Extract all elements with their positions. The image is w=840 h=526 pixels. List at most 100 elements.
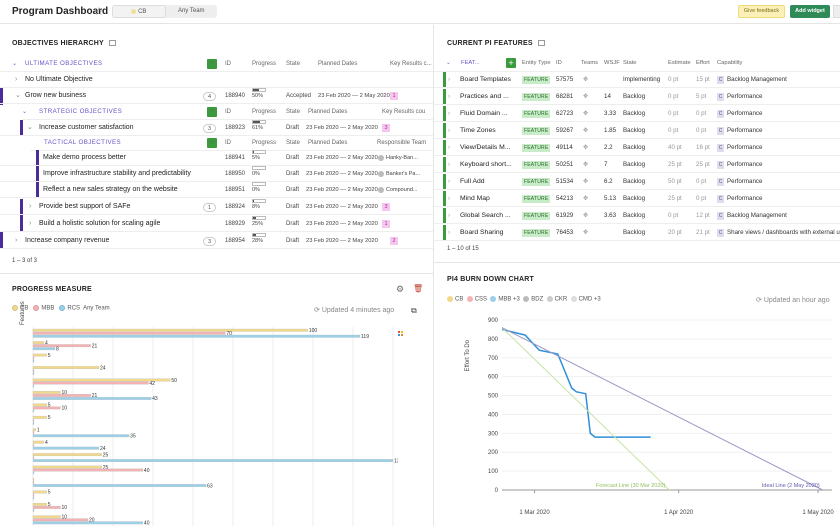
bar — [32, 508, 35, 512]
give-feedback-button[interactable]: Give feedback — [738, 5, 785, 18]
chevron-down-icon[interactable]: ⌄ — [12, 56, 18, 72]
ideal-annotation: Ideal Line (2 May 2020) — [762, 483, 820, 489]
bar — [32, 381, 149, 385]
chevron-right-icon[interactable]: › — [448, 190, 450, 207]
capability-badge: C — [717, 76, 724, 84]
bar — [32, 468, 144, 472]
objective-row[interactable]: Make demo process better 188941 5% Draft… — [0, 150, 433, 166]
add-strategic-button[interactable]: + — [207, 107, 217, 117]
colorful-logo-icon — [398, 331, 404, 337]
feature-color-marker — [443, 191, 446, 206]
chevron-right-icon[interactable]: › — [15, 72, 17, 88]
entity-type-tag: FEATURE — [522, 229, 551, 237]
chevron-right-icon[interactable]: › — [448, 224, 450, 241]
col-progress: Progress — [252, 61, 277, 67]
add-tactical-button[interactable]: + — [207, 138, 217, 148]
filter-toggle[interactable]: CB Any Team — [112, 5, 217, 18]
objective-row[interactable]: › Increase company revenue 3 188954 28% … — [0, 233, 433, 249]
chevron-right-icon[interactable]: › — [448, 139, 450, 156]
bar — [32, 418, 35, 422]
entity-type-tag: FEATURE — [522, 178, 551, 186]
bar — [32, 353, 47, 357]
copy-icon[interactable] — [537, 40, 545, 47]
delete-icon[interactable]: 🗑 — [413, 284, 423, 293]
feature-row[interactable]: › Practices and ... FEATURE 68281 ✥ 14 Backlog… — [434, 88, 840, 105]
filter-cb[interactable]: CB — [112, 5, 166, 18]
bar-label: 5 — [48, 353, 51, 359]
chevron-down-icon[interactable]: ⌄ — [15, 88, 21, 104]
chevron-right-icon[interactable]: › — [448, 88, 450, 105]
key-results-badge[interactable]: 3 — [382, 124, 390, 132]
y-tick-label: 800 — [488, 337, 499, 343]
bar — [32, 359, 35, 363]
burndown-legend: CB CSS MBB +3 BDZ CKR CMD +3 — [447, 296, 601, 303]
settings-icon[interactable]: ⚙ — [396, 284, 404, 295]
col-key-results: Key Results c... — [390, 61, 432, 67]
top-bar: Program Dashboard ☆ CB Any Team Give fee… — [0, 0, 840, 24]
key-results-badge[interactable]: 1 — [382, 220, 390, 228]
x-tick-label: 1 Mar 2020 — [519, 510, 550, 516]
bar-label: 21 — [92, 343, 98, 349]
key-results-badge[interactable]: 3 — [382, 203, 390, 211]
bar — [32, 515, 61, 519]
series-line — [501, 327, 823, 491]
progress-legend: CB MBB RCS Any Team — [12, 305, 110, 312]
bar-label: 24 — [100, 365, 106, 371]
key-results-badge[interactable]: 2 — [390, 237, 398, 245]
chevron-right-icon[interactable]: › — [448, 207, 450, 224]
bar — [32, 428, 36, 432]
burndown-updated: ⟳ Updated an hour ago — [756, 297, 830, 304]
objective-row[interactable]: ⌄ Increase customer satisfaction 3 18892… — [0, 120, 433, 136]
expand-icon[interactable]: ⧉ — [411, 306, 417, 316]
chevron-right-icon[interactable]: › — [29, 216, 31, 232]
bar-label: 100 — [309, 328, 318, 334]
objective-row[interactable]: Improve infrastructure stability and pre… — [0, 166, 433, 182]
strategic-header-row: ⌄ STRATEGIC OBJECTIVES + ID Progress Sta… — [22, 104, 433, 120]
bar — [32, 369, 35, 372]
objective-row[interactable]: Reflect a new sales strategy on the webs… — [0, 182, 433, 198]
bar — [32, 344, 91, 348]
objective-row[interactable]: ⌄ Grow new business 4 188940 50% Accepte… — [0, 88, 433, 104]
objective-row[interactable]: › Build a holistic solution for scaling … — [0, 216, 433, 232]
add-objective-button[interactable]: + — [207, 59, 217, 69]
feature-row[interactable]: › Keyboard short... FEATURE 50251 ✥ 7 Backlog 2… — [434, 156, 840, 173]
feature-row[interactable]: › Mind Map FEATURE 54213 ✥ 5.13 Backlog 25 pt 0 … — [434, 190, 840, 207]
add-feature-button[interactable]: + — [506, 58, 516, 68]
bar — [32, 356, 35, 360]
team-avatar — [378, 170, 384, 177]
bar — [32, 334, 361, 338]
chevron-right-icon[interactable]: › — [29, 199, 31, 215]
filter-any-team[interactable]: Any Team — [166, 5, 218, 18]
objective-row[interactable]: › No Ultimate Objective — [0, 72, 433, 88]
key-results-badge[interactable]: 1 — [390, 92, 398, 100]
star-icon[interactable]: ☆ — [94, 5, 104, 18]
bar-label: 40 — [144, 468, 150, 474]
objective-row[interactable]: › Provide best support of SAFe 1 188924 … — [0, 199, 433, 215]
objectives-title: OBJECTIVES HIERARCHY — [12, 40, 116, 47]
chevron-right-icon[interactable]: › — [448, 173, 450, 190]
chevron-down-icon[interactable]: ⌄ — [27, 120, 33, 136]
chevron-right-icon[interactable]: › — [448, 122, 450, 139]
team-icon: ✥ — [583, 76, 589, 83]
chevron-right-icon[interactable]: › — [15, 233, 17, 249]
level-header: ULTIMATE OBJECTIVES — [25, 60, 103, 67]
feature-row[interactable]: › Time Zones FEATURE 59267 ✥ 1.85 Backlog 0 pt 0… — [434, 122, 840, 139]
feature-color-marker — [443, 140, 446, 155]
feature-row[interactable]: › Board Templates FEATURE 57575 ✥ Implementin… — [434, 71, 840, 88]
feature-row[interactable]: › Board Sharing FEATURE 76453 ✥ Backlog 20 pt 2… — [434, 224, 840, 241]
bar-label: 35 — [130, 434, 136, 440]
chevron-down-icon[interactable]: ⌄ — [22, 104, 28, 120]
more-options-button[interactable] — [833, 5, 840, 18]
entity-type-tag: FEATURE — [522, 110, 551, 118]
add-widget-button[interactable]: Add widget — [790, 5, 830, 18]
chevron-right-icon[interactable]: › — [448, 156, 450, 173]
bar — [32, 328, 308, 332]
feature-row[interactable]: › Fluid Domain ... FEATURE 62723 ✥ 3.33 Backlo… — [434, 105, 840, 122]
feature-row[interactable]: › View/Details M... FEATURE 49114 ✥ 2.2 Backlo… — [434, 139, 840, 156]
chevron-right-icon[interactable]: › — [448, 105, 450, 122]
copy-icon[interactable] — [108, 40, 116, 47]
chevron-down-icon[interactable]: ⌄ — [446, 55, 451, 72]
feature-row[interactable]: › Global Search ... FEATURE 61929 ✥ 3.63 Backl… — [434, 207, 840, 224]
feature-row[interactable]: › Full Add FEATURE 51534 ✥ 6.2 Backlog 50 pt 0 p… — [434, 173, 840, 190]
chevron-right-icon[interactable]: › — [448, 71, 450, 88]
